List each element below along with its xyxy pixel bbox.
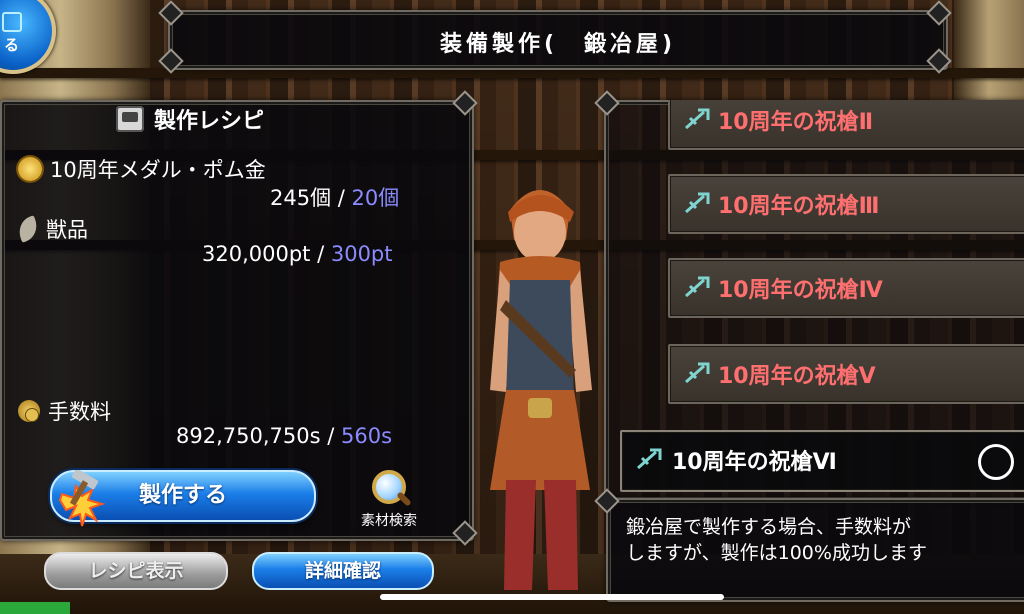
- list-item-selected[interactable]: 10周年の祝槍Ⅵ: [620, 430, 1024, 492]
- screen-title: 装備製作( 鍛冶屋): [439, 32, 677, 57]
- detail-confirm-button[interactable]: 詳細確認: [252, 552, 434, 590]
- owned-amount: 320,000pt: [202, 242, 311, 266]
- required-amount: 300pt: [330, 242, 393, 266]
- recipe-book-icon: [116, 106, 144, 132]
- recipe-header: 製作レシピ: [116, 104, 264, 134]
- description-text: 鍛冶屋で製作する場合、手数料が しますが、製作は100%成功します: [626, 514, 1024, 566]
- fee-row: 手数料: [18, 396, 111, 426]
- spear-icon: [685, 362, 710, 384]
- screen-icon: [2, 12, 22, 32]
- required-amount: 560s: [340, 424, 393, 448]
- round-button-label: る: [4, 36, 20, 54]
- spear-icon: [685, 276, 710, 298]
- spear-icon: [685, 108, 710, 130]
- material-row: 獣品: [14, 214, 88, 244]
- item-label: 10周年の祝槍Ⅴ: [718, 364, 876, 389]
- recipe-title: 製作レシピ: [154, 109, 265, 134]
- description-line: 鍛冶屋で製作する場合、手数料が: [626, 516, 912, 538]
- list-item[interactable]: 10周年の祝槍Ⅴ: [668, 344, 1024, 404]
- hammer-icon: [58, 470, 106, 527]
- selection-radio[interactable]: [978, 444, 1014, 480]
- claw-icon: [14, 215, 42, 243]
- recipe-view-label: レシピ表示: [88, 560, 184, 582]
- item-label: 10周年の祝槍Ⅱ: [718, 110, 874, 135]
- required-amount: 20個: [351, 186, 400, 210]
- material-search-label: 素材検索: [361, 513, 417, 529]
- spear-icon: [685, 192, 710, 214]
- right-pillar: [954, 0, 1024, 100]
- item-label: 10周年の祝槍Ⅲ: [718, 194, 880, 219]
- item-label: 10周年の祝槍Ⅵ: [672, 450, 837, 475]
- description-panel: 鍛冶屋で製作する場合、手数料が しますが、製作は100%成功します: [606, 498, 1024, 602]
- separator: /: [320, 424, 341, 448]
- material-name: 10周年メダル・ポム金: [50, 158, 266, 182]
- fee-name: 手数料: [48, 400, 111, 424]
- detail-confirm-label: 詳細確認: [304, 560, 381, 582]
- item-label: 10周年の祝槍Ⅳ: [718, 278, 883, 303]
- home-indicator[interactable]: [380, 594, 724, 600]
- material-search-button[interactable]: 素材検索: [346, 468, 432, 530]
- medal-icon: [18, 157, 42, 181]
- separator: /: [310, 242, 331, 266]
- progress-bar: [0, 602, 70, 614]
- title-bar: 装備製作( 鍛冶屋): [168, 10, 948, 70]
- separator: /: [331, 186, 352, 210]
- blacksmith-character: [490, 190, 592, 590]
- recipe-view-button[interactable]: レシピ表示: [44, 552, 228, 590]
- owned-amount: 245個: [270, 186, 332, 210]
- owned-amount: 892,750,750s: [176, 424, 321, 448]
- spear-icon: [637, 448, 662, 470]
- material-row: 10周年メダル・ポム金: [18, 154, 266, 184]
- coin-icon: [18, 400, 40, 422]
- craft-button-label: 製作する: [138, 483, 227, 508]
- item-list: 10周年の祝槍Ⅱ 10周年の祝槍Ⅲ 10周年の祝槍Ⅳ 10周年の祝槍Ⅴ 10周年…: [610, 100, 1024, 495]
- list-item[interactable]: 10周年の祝槍Ⅲ: [668, 174, 1024, 234]
- list-item[interactable]: 10周年の祝槍Ⅳ: [668, 258, 1024, 318]
- list-item[interactable]: 10周年の祝槍Ⅱ: [668, 100, 1024, 150]
- material-name: 獣品: [46, 218, 88, 242]
- description-line: しますが、製作は100%成功します: [626, 542, 927, 564]
